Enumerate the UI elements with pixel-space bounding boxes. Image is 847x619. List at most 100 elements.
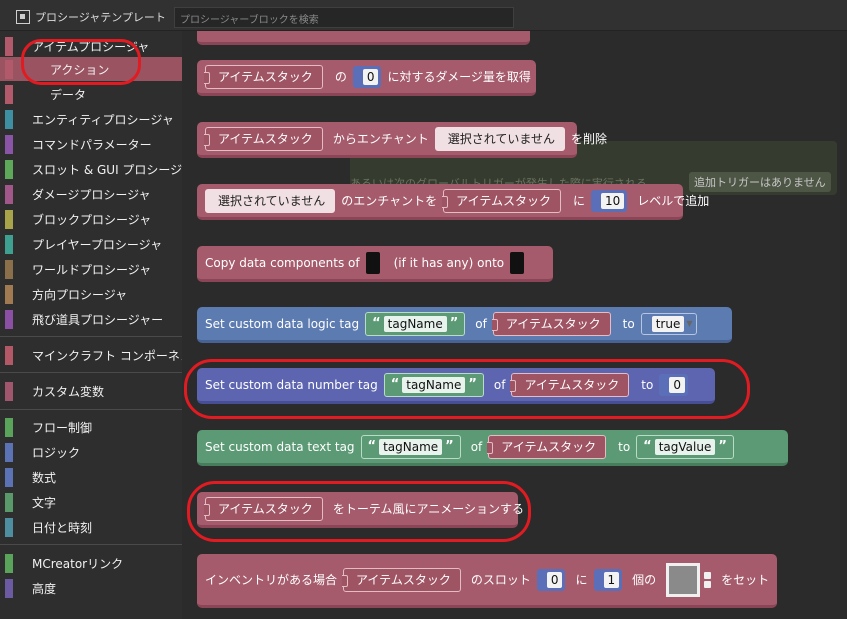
- block-text: to: [641, 377, 654, 392]
- quote-close: ”: [449, 316, 459, 331]
- category-color-bar: [5, 554, 13, 573]
- block-text: をトーテム風にアニメーションする: [332, 502, 524, 516]
- quote-open: “: [367, 439, 377, 454]
- empty-input-socket[interactable]: [510, 251, 525, 274]
- number-value[interactable]: 0: [669, 376, 685, 393]
- string-value[interactable]: tagName: [383, 315, 447, 332]
- string-value[interactable]: tagName: [402, 376, 466, 393]
- category-color-bar: [5, 135, 13, 154]
- set-logic-tag-block[interactable]: Set custom data logic tag “tagName” of ア…: [197, 307, 732, 343]
- remove-enchantment-block[interactable]: アイテムスタック からエンチャント 選択されていません を削除: [197, 122, 607, 158]
- category-item-date-time[interactable]: 日付と時刻: [0, 515, 182, 539]
- category-label: フロー制御: [32, 421, 93, 435]
- string-value[interactable]: tagName: [379, 438, 443, 455]
- block-text: of: [475, 316, 487, 331]
- category-color-bar: [5, 260, 13, 279]
- number-value[interactable]: 0: [546, 571, 563, 588]
- add-enchantment-block[interactable]: 選択されていません のエンチャントを アイテムスタック に 10 レベルで追加: [197, 184, 709, 220]
- block-text: to: [622, 316, 635, 331]
- item-selector-icons: [704, 571, 712, 588]
- category-item-direction[interactable]: 方向プロシージャ: [0, 282, 182, 306]
- tag-name-input[interactable]: “tagName”: [365, 311, 466, 336]
- itemstack-input[interactable]: アイテムスタック: [442, 188, 561, 213]
- itemstack-input[interactable]: アイテムスタック: [204, 64, 323, 89]
- set-number-tag-block[interactable]: Set custom data number tag “tagName” of …: [197, 368, 715, 404]
- category-color-bar: [5, 468, 13, 487]
- top-bar: プロシージャテンプレート プロシージャーブロックを検索: [0, 0, 847, 31]
- procedure-templates-tab[interactable]: プロシージャテンプレート: [16, 6, 166, 28]
- category-item-actions[interactable]: アクション: [0, 57, 182, 81]
- block-text: に: [575, 573, 588, 587]
- partial-block-top[interactable]: [197, 31, 530, 45]
- tag-name-input[interactable]: “tagName”: [383, 372, 484, 397]
- category-item-slot-gui[interactable]: スロット & GUI プロシージャ: [0, 157, 194, 181]
- boolean-value[interactable]: true: [651, 315, 685, 332]
- category-item-projectile[interactable]: 飛び道具プロシージャー: [0, 307, 182, 331]
- category-item-advanced[interactable]: 高度: [0, 576, 182, 600]
- category-label: スロット & GUI プロシージャ: [32, 163, 194, 177]
- category-divider: [0, 336, 182, 337]
- itemstack-input[interactable]: アイテムスタック: [491, 311, 611, 336]
- amount-input[interactable]: 1: [593, 568, 623, 591]
- block-text: に対するダメージ量を取得: [387, 70, 531, 84]
- item-option-icon: [704, 580, 712, 588]
- enchantment-dropdown[interactable]: 選択されていません: [434, 126, 565, 151]
- block-text: を削除: [570, 132, 607, 146]
- category-color-bar: [5, 37, 13, 56]
- block-search-input[interactable]: プロシージャーブロックを検索: [174, 7, 514, 28]
- category-item-damage[interactable]: ダメージプロシージャ: [0, 182, 182, 206]
- category-item-flow-control[interactable]: フロー制御: [0, 415, 182, 439]
- category-item-player[interactable]: プレイヤープロシージャ: [0, 232, 182, 256]
- quote-open: “: [390, 377, 400, 392]
- category-item-text[interactable]: 文字: [0, 490, 182, 514]
- number-value[interactable]: 1: [603, 571, 620, 588]
- slot-number-input[interactable]: 0: [536, 568, 566, 591]
- category-label: エンティティプロシージャ: [32, 113, 174, 127]
- block-text: の: [334, 70, 347, 84]
- category-item-procedures[interactable]: アイテムプロシージャ: [0, 34, 182, 58]
- totem-animation-block[interactable]: アイテムスタック をトーテム風にアニメーションする: [197, 492, 524, 528]
- category-item-entity[interactable]: エンティティプロシージャ: [0, 107, 182, 131]
- category-item-command-params[interactable]: コマンドパラメーター: [0, 132, 182, 156]
- copy-data-components-block[interactable]: Copy data components of (if it has any) …: [197, 246, 553, 282]
- category-label: ワールドプロシージャ: [32, 263, 152, 277]
- block-category-sidebar: アイテムプロシージャ アクション データ エンティティプロシージャ コマンドパラ…: [0, 31, 204, 619]
- category-label: 方向プロシージャ: [32, 288, 128, 302]
- item-selector[interactable]: [662, 559, 715, 601]
- number-value[interactable]: 0: [362, 68, 379, 85]
- itemstack-input[interactable]: アイテムスタック: [204, 496, 323, 521]
- number-value[interactable]: 10: [601, 192, 625, 209]
- itemstack-input[interactable]: アイテムスタック: [510, 372, 630, 397]
- category-label: ロジック: [32, 446, 81, 460]
- category-item-world[interactable]: ワールドプロシージャ: [0, 257, 182, 281]
- item-preview[interactable]: [666, 562, 701, 597]
- number-input[interactable]: 0: [352, 65, 382, 88]
- block-workspace[interactable]: あるいは次のグローバルトリガーが発生した際に実行される 追加トリガーはありません…: [182, 31, 847, 619]
- category-item-custom-variables[interactable]: カスタム変数: [0, 379, 182, 403]
- quote-open: “: [643, 439, 652, 454]
- tag-name-input[interactable]: “tagName”: [360, 434, 461, 459]
- category-item-logic[interactable]: ロジック: [0, 440, 182, 464]
- get-damage-block[interactable]: アイテムスタック の 0 に対するダメージ量を取得: [197, 60, 536, 96]
- itemstack-input[interactable]: アイテムスタック: [487, 434, 607, 459]
- string-value[interactable]: tagValue: [654, 438, 716, 455]
- category-color-bar: [5, 110, 13, 129]
- level-input[interactable]: 10: [591, 189, 628, 212]
- category-label: アクション: [50, 63, 110, 77]
- category-item-minecraft-components[interactable]: マインクラフト コンポーネント: [0, 343, 204, 367]
- empty-input-socket[interactable]: [365, 251, 380, 274]
- dropdown-arrow-icon[interactable]: ▼: [686, 319, 692, 328]
- set-inventory-slot-block[interactable]: インベントリがある場合 アイテムスタック のスロット 0 に 1 個の をセット: [197, 554, 777, 608]
- number-input[interactable]: 0: [659, 373, 688, 396]
- category-item-mcreator-link[interactable]: MCreatorリンク: [0, 551, 182, 575]
- set-text-tag-block[interactable]: Set custom data text tag “tagName” of アイ…: [197, 430, 788, 466]
- category-color-bar: [5, 210, 13, 229]
- enchantment-dropdown[interactable]: 選択されていません: [205, 188, 336, 213]
- itemstack-input[interactable]: アイテムスタック: [342, 567, 461, 592]
- category-item-block[interactable]: ブロックプロシージャ: [0, 207, 182, 231]
- itemstack-input[interactable]: アイテムスタック: [204, 126, 323, 151]
- category-item-math[interactable]: 数式: [0, 465, 182, 489]
- tag-value-input[interactable]: “tagValue”: [636, 434, 734, 459]
- boolean-input[interactable]: true ▼: [640, 312, 697, 335]
- category-item-data[interactable]: データ: [0, 82, 182, 106]
